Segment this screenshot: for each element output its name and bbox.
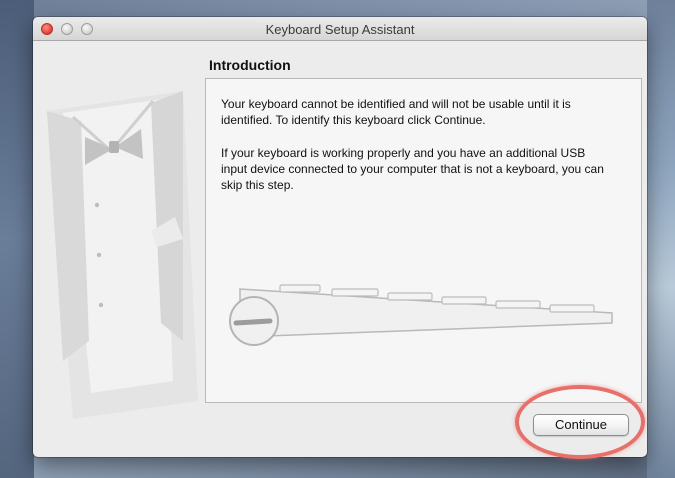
- desktop-background-right: [647, 0, 675, 478]
- keyboard-illustration: [229, 284, 613, 346]
- content-panel: Your keyboard cannot be identified and w…: [205, 78, 642, 403]
- desktop-background-left: [0, 0, 34, 478]
- title-bar[interactable]: Keyboard Setup Assistant: [33, 17, 647, 41]
- intro-paragraph: Your keyboard cannot be identified and w…: [221, 97, 571, 127]
- continue-button[interactable]: Continue: [533, 414, 629, 436]
- section-title: Introduction: [209, 57, 291, 73]
- window-title: Keyboard Setup Assistant: [265, 22, 415, 37]
- tuxedo-illustration: [47, 91, 198, 419]
- skip-paragraph: If your keyboard is working properly and…: [221, 146, 604, 192]
